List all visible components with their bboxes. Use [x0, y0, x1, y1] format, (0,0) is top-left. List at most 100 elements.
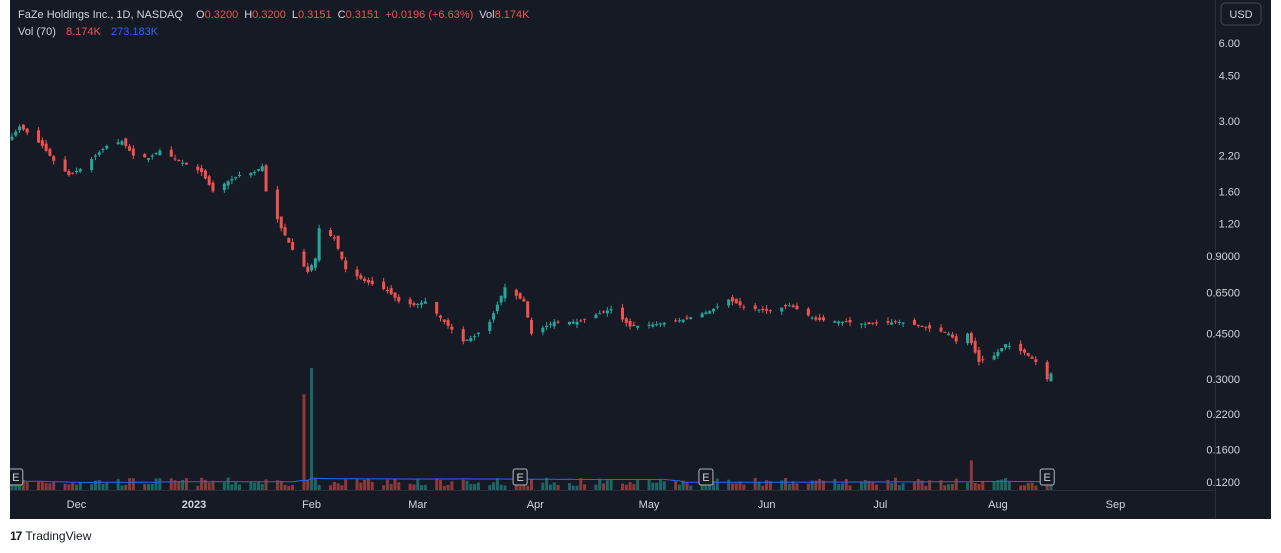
candle-body	[116, 142, 120, 145]
candle-body	[602, 311, 606, 313]
volume-bar	[442, 485, 446, 490]
volume-bar	[336, 483, 340, 490]
candle-body	[875, 322, 879, 324]
c-value: 0.3151	[346, 9, 380, 21]
currency-button[interactable]: USD	[1229, 9, 1252, 21]
candle-body	[700, 313, 704, 318]
candle-body	[833, 321, 837, 323]
candle-body	[712, 308, 716, 312]
candle-body	[279, 216, 283, 229]
candle-body	[526, 301, 530, 318]
candle-body	[105, 145, 109, 149]
volume-bar	[116, 479, 120, 490]
candle-body	[522, 298, 526, 302]
volume-bar	[128, 478, 132, 490]
volume-bar	[310, 368, 314, 490]
candle-body	[552, 321, 556, 327]
volume-bar	[1026, 482, 1030, 490]
candle-body	[207, 176, 211, 185]
price-tick-label: 0.3000	[1206, 374, 1240, 386]
candle-body	[715, 306, 719, 308]
candle-body	[886, 321, 890, 323]
candle-body	[366, 280, 370, 283]
candle-body	[438, 315, 442, 318]
candle-body	[966, 333, 970, 344]
volume-bar	[37, 481, 41, 490]
volume-ma-value-1: 8.174K	[66, 26, 102, 38]
price-chart[interactable]: FaZe Holdings Inc., 1D, NASDAQ O 0.3200 H 0…	[10, 0, 1271, 519]
candle-body	[848, 319, 852, 323]
candle-body	[1034, 359, 1038, 362]
candle-body	[230, 179, 234, 181]
candle-body	[545, 325, 549, 328]
candle-body	[821, 317, 825, 321]
candle-body	[435, 301, 439, 314]
candle-body	[150, 155, 154, 157]
volume-bar	[488, 485, 492, 490]
volume-bar	[344, 479, 348, 490]
candle-body	[101, 149, 105, 151]
candle-body	[529, 319, 533, 334]
candle-body	[894, 321, 898, 323]
candle-body	[890, 322, 894, 325]
candle-body	[514, 289, 518, 296]
candle-body	[636, 325, 640, 328]
h-value: 0.3200	[252, 9, 286, 21]
candle-body	[840, 321, 844, 323]
chart-frame[interactable]: FaZe Holdings Inc., 1D, NASDAQ O 0.3200 H 0…	[10, 0, 1271, 519]
volume-bar	[730, 483, 734, 490]
time-tick-label: Sep	[1106, 499, 1126, 511]
volume-bar	[647, 479, 651, 490]
candle-body	[541, 327, 545, 333]
candle-body	[768, 310, 772, 312]
volume-bar	[518, 485, 522, 490]
candle-body	[93, 155, 97, 157]
time-tick-label: Aug	[988, 499, 1008, 511]
volume-bar	[499, 484, 503, 490]
candle-body	[814, 317, 818, 320]
tradingview-footer[interactable]: 17 TradingView	[10, 527, 91, 545]
volume-bar	[476, 482, 480, 490]
candle-body	[461, 329, 465, 342]
price-tick-label: 4.50	[1219, 70, 1240, 82]
candle-body	[473, 336, 477, 338]
candle-body	[131, 148, 135, 156]
volume-bar	[897, 485, 901, 490]
candle-body	[260, 166, 264, 171]
candle-body	[575, 321, 579, 325]
volume-bar	[90, 484, 94, 490]
candle-body	[685, 317, 689, 319]
volume-bar	[230, 484, 234, 490]
candle-body	[306, 266, 310, 272]
tradingview-brand: TradingView	[25, 529, 92, 543]
candle-body	[25, 128, 29, 133]
volume-bar	[602, 483, 606, 490]
volume-bar	[238, 484, 242, 490]
candle-body	[249, 172, 253, 176]
volume-bar	[571, 485, 575, 490]
volume-bar	[234, 481, 238, 490]
volume-bar	[886, 479, 890, 490]
candle-body	[177, 160, 181, 162]
volume-bar	[329, 485, 333, 490]
volume-bar	[916, 479, 920, 490]
candle-body	[674, 320, 678, 322]
volume-bar	[609, 479, 613, 490]
price-tick-label: 0.6500	[1206, 287, 1240, 299]
candle-body	[1022, 349, 1026, 353]
time-axis: Dec 2023 Feb Mar Apr May Jun Jul Aug Sep	[67, 499, 1126, 511]
candle-body	[234, 177, 238, 179]
o-value: 0.3200	[205, 9, 239, 21]
volume-bar	[25, 482, 29, 490]
volume-bar	[412, 484, 416, 490]
volume-bar	[727, 479, 731, 490]
candle-body	[806, 308, 810, 316]
candle-body	[950, 334, 954, 338]
volume-bar	[124, 484, 128, 490]
volume-bar	[313, 477, 317, 490]
candle-body	[567, 321, 571, 325]
volume-bar	[848, 485, 852, 490]
candle-body	[492, 313, 496, 320]
candle-body	[810, 317, 814, 319]
candle-body	[787, 305, 791, 307]
